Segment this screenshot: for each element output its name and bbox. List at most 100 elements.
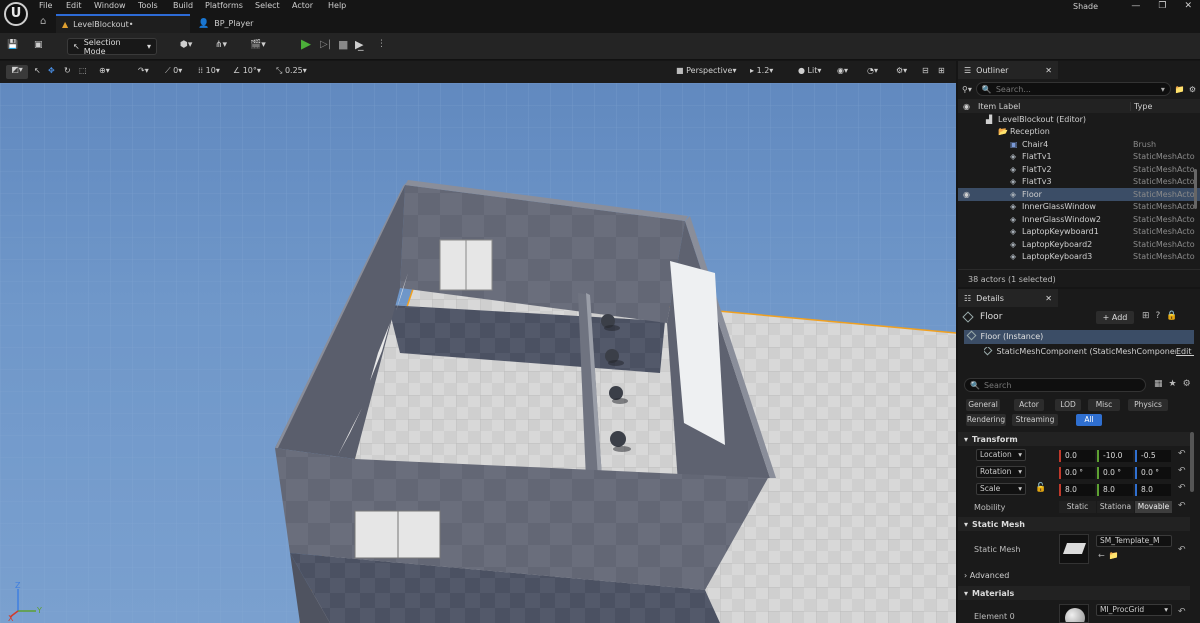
minimize-icon[interactable]: — <box>1131 1 1140 11</box>
menu-actor[interactable]: Actor <box>292 1 313 10</box>
viewport-options-icon[interactable]: ◩▾ <box>6 65 28 79</box>
scale-snap-control[interactable]: ⤡ 0.25▾ <box>276 66 307 76</box>
location-z[interactable]: -0.5 <box>1135 450 1171 462</box>
reset-icon[interactable]: ↶ <box>1178 466 1186 476</box>
scale-y[interactable]: 8.0 <box>1097 484 1133 496</box>
details-scrollbar[interactable] <box>1190 432 1194 492</box>
static-mesh-thumbnail[interactable] <box>1059 534 1089 564</box>
filter-general[interactable]: General <box>966 399 1000 411</box>
menu-tools[interactable]: Tools <box>138 1 158 10</box>
restore-icon[interactable]: ❐ <box>1158 1 1166 11</box>
browse-folder-icon[interactable]: 📁 <box>1109 551 1119 560</box>
camera-speed-dropdown[interactable]: ▸ 1.2▾ <box>750 66 773 75</box>
content-browser-icon[interactable]: ▣ <box>34 40 43 50</box>
translate-tool-icon[interactable]: ✥ <box>48 66 55 75</box>
filter-physics[interactable]: Physics <box>1128 399 1168 411</box>
actor-name[interactable]: Floor <box>980 312 1002 322</box>
performance-icon[interactable]: ◔▾ <box>867 66 878 75</box>
reset-icon[interactable]: ↶ <box>1178 545 1186 555</box>
cinematics-icon[interactable]: 🎬▾ <box>250 40 266 50</box>
save-icon[interactable]: 💾 <box>7 40 18 50</box>
edit-in-blueprint-link[interactable]: Edit i <box>1176 347 1194 356</box>
outliner-row[interactable]: 📂 Reception <box>958 126 1200 139</box>
stop-icon[interactable]: ■ <box>338 38 348 51</box>
reset-icon[interactable]: ↶ <box>1178 483 1186 493</box>
close-tab-icon[interactable]: ✕ <box>1045 66 1052 75</box>
menu-edit[interactable]: Edit <box>66 1 82 10</box>
mobility-stationary[interactable]: Stationa <box>1097 501 1134 513</box>
outliner-row[interactable]: ◈ LaptopKeywboard1 StaticMeshActor <box>958 226 1200 239</box>
select-tool-icon[interactable]: ↖ <box>34 66 41 75</box>
scale-x[interactable]: 8.0 <box>1059 484 1095 496</box>
world-space-icon[interactable]: ⊕▾ <box>99 66 110 75</box>
static-mesh-section-header[interactable]: ▾ Static Mesh <box>958 517 1190 531</box>
outliner-row[interactable]: ▟ LevelBlockout (Editor) <box>958 113 1200 126</box>
perspective-dropdown[interactable]: ■ Perspective▾ <box>676 66 736 75</box>
add-actor-icon[interactable]: ⬢▾ <box>180 40 192 50</box>
more-options-icon[interactable]: ⋮ <box>377 39 386 49</box>
filter-lod[interactable]: LOD <box>1055 399 1081 411</box>
static-mesh-picker[interactable]: SM_Template_M <box>1096 535 1172 547</box>
advance-frame-icon[interactable]: ▷| <box>320 39 331 50</box>
unreal-logo-icon[interactable]: U <box>4 2 28 26</box>
eject-icon[interactable]: ▶̲ <box>355 38 363 51</box>
outliner-row[interactable]: ◈ InnerGlassWindow2 StaticMeshActor <box>958 213 1200 226</box>
static-mesh-component-row[interactable]: StaticMeshComponent (StaticMeshComponent… <box>984 347 1194 356</box>
maximize-viewport-icon[interactable]: ⊞ <box>938 66 945 75</box>
location-dropdown[interactable]: Location ▾ <box>976 449 1026 461</box>
outliner-row[interactable]: ◈ FlatTv2 StaticMeshActor <box>958 163 1200 176</box>
menu-build[interactable]: Build <box>173 1 193 10</box>
transform-section-header[interactable]: ▾ Transform <box>958 432 1190 446</box>
outliner-row[interactable]: ◈ LaptopKeyboard2 StaticMeshActor <box>958 238 1200 251</box>
use-selected-icon[interactable]: ← <box>1098 551 1105 560</box>
filter-misc[interactable]: Misc <box>1088 399 1120 411</box>
outliner-tab[interactable]: ☰ Outliner ✕ <box>958 61 1058 79</box>
rotation-y[interactable]: 0.0 ° <box>1097 467 1133 479</box>
material-thumbnail[interactable] <box>1059 604 1089 623</box>
lock-icon[interactable]: 🔒 <box>1166 311 1177 321</box>
outliner-row[interactable]: ◈ FlatTv1 StaticMeshActor <box>958 151 1200 164</box>
blueprint-convert-icon[interactable]: ⊞ <box>1142 311 1150 321</box>
surface-snap-icon[interactable]: ↷▾ <box>138 66 149 75</box>
home-icon[interactable]: ⌂ <box>40 16 46 27</box>
outliner-search-input[interactable]: 🔍 Search... ▾ <box>975 82 1171 96</box>
layout-icon[interactable]: ⊟ <box>922 66 929 75</box>
mobility-static[interactable]: Static <box>1059 501 1096 513</box>
close-icon[interactable]: ✕ <box>1184 1 1192 11</box>
lighting-dropdown[interactable]: ● Lit▾ <box>798 66 821 75</box>
close-tab-icon[interactable]: ✕ <box>1045 294 1052 303</box>
location-y[interactable]: -10.0 <box>1097 450 1133 462</box>
menu-window[interactable]: Window <box>94 1 126 10</box>
outliner-row[interactable]: ◈ LaptopKeyboard3 StaticMeshActor <box>958 251 1200 264</box>
filter-actor[interactable]: Actor <box>1014 399 1044 411</box>
outliner-row[interactable]: ◈ InnerGlassWindow StaticMeshActor <box>958 201 1200 214</box>
advanced-row[interactable]: › Advanced <box>964 571 1009 580</box>
scale-tool-icon[interactable]: ⬚ <box>79 66 87 75</box>
rotation-x[interactable]: 0.0 ° <box>1059 467 1095 479</box>
grid-snap-control[interactable]: ⁞⁞ 10▾ <box>198 66 220 75</box>
outliner-scrollbar[interactable] <box>1194 169 1197 209</box>
column-item-label[interactable]: Item Label <box>978 102 1020 111</box>
tab-levelblockout[interactable]: ▲ LevelBlockout• <box>56 14 190 33</box>
selection-mode-dropdown[interactable]: ↖ Selection Mode ▾ <box>67 38 157 56</box>
tab-bp-player[interactable]: 👤 BP_Player <box>192 14 302 33</box>
show-flags-icon[interactable]: ◉▾ <box>837 66 848 75</box>
settings-gear-icon[interactable]: ⚙ <box>1183 379 1191 389</box>
mobility-movable[interactable]: Movable <box>1135 501 1172 513</box>
reset-icon[interactable]: ↶ <box>1178 449 1186 459</box>
add-component-button[interactable]: + Add <box>1096 311 1134 324</box>
settings-gear-icon[interactable]: ⚙▾ <box>896 66 907 75</box>
filter-icon[interactable]: ⚲▾ <box>962 85 972 94</box>
folder-add-icon[interactable]: 📁 <box>1175 85 1185 94</box>
settings-gear-icon[interactable]: ⚙ <box>1189 85 1196 94</box>
materials-section-header[interactable]: ▾ Materials <box>958 586 1190 600</box>
menu-help[interactable]: Help <box>328 1 346 10</box>
rotation-z[interactable]: 0.0 ° <box>1135 467 1171 479</box>
property-matrix-icon[interactable]: ▦ <box>1154 379 1163 389</box>
details-tab[interactable]: ☷ Details ✕ <box>958 289 1058 307</box>
blueprints-icon[interactable]: ⋔▾ <box>215 40 227 50</box>
rotation-dropdown[interactable]: Rotation ▾ <box>976 466 1026 478</box>
outliner-row[interactable]: ◈ FlatTv3 StaticMeshActor <box>958 176 1200 189</box>
reset-icon[interactable]: ↶ <box>1178 501 1186 511</box>
rotate-snap-control[interactable]: ⟋ 0▾ <box>165 66 182 76</box>
